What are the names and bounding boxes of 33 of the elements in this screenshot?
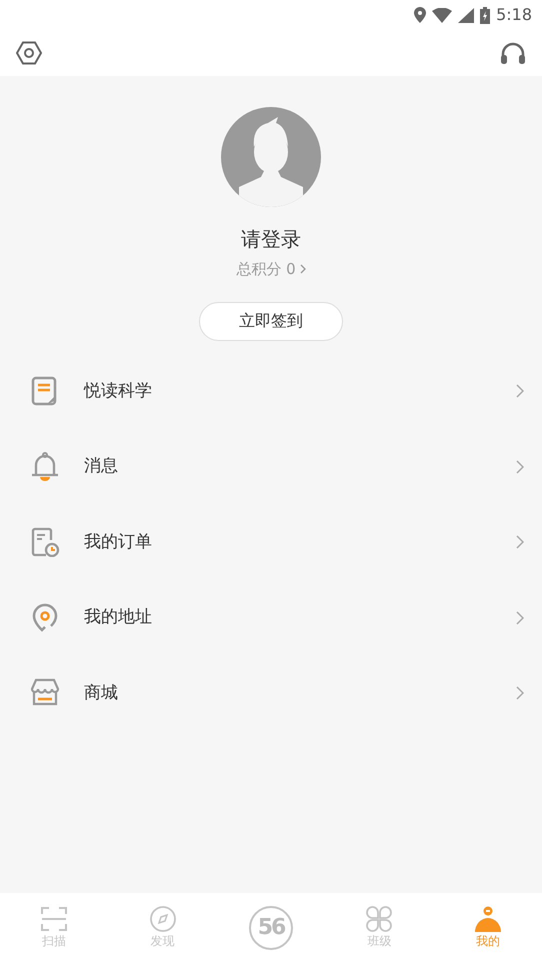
menu-item[interactable]: 商城 xyxy=(0,656,542,731)
pin-icon xyxy=(30,602,60,633)
avatar-icon xyxy=(221,107,321,207)
wifi-icon xyxy=(432,8,452,22)
menu-label: 悦读科学 xyxy=(84,380,153,402)
menu-item[interactable]: 消息 xyxy=(0,429,542,504)
scan-icon xyxy=(41,906,68,932)
menu-label: 消息 xyxy=(84,455,119,478)
chevron-icon xyxy=(516,535,524,550)
chevron-icon xyxy=(516,384,524,398)
order-icon xyxy=(30,527,60,558)
signal-icon xyxy=(458,8,474,22)
compass-icon xyxy=(150,906,176,932)
person-icon xyxy=(474,906,501,932)
menu-item[interactable]: 悦读科学 xyxy=(0,354,542,429)
settings-icon[interactable] xyxy=(16,41,42,65)
clover-icon xyxy=(366,906,392,932)
location-icon xyxy=(414,7,426,23)
menu-label: 我的订单 xyxy=(84,530,153,554)
battery-icon xyxy=(480,6,490,24)
bell-icon xyxy=(30,452,60,482)
menu-label: 我的地址 xyxy=(84,606,153,629)
login-prompt[interactable]: 请登录 xyxy=(241,225,301,253)
chevron-icon xyxy=(516,460,524,474)
checkin-button[interactable]: 立即签到 xyxy=(199,302,343,340)
status-time: 5:18 xyxy=(496,4,532,26)
chevron-icon xyxy=(516,610,524,625)
chevron-icon xyxy=(516,686,524,700)
menu-label: 商城 xyxy=(84,682,119,704)
menu-item[interactable]: 我的地址 xyxy=(0,580,542,656)
headphones-icon[interactable] xyxy=(500,42,526,64)
menu-item[interactable]: 我的订单 xyxy=(0,504,542,580)
chevron-icon xyxy=(300,264,306,274)
